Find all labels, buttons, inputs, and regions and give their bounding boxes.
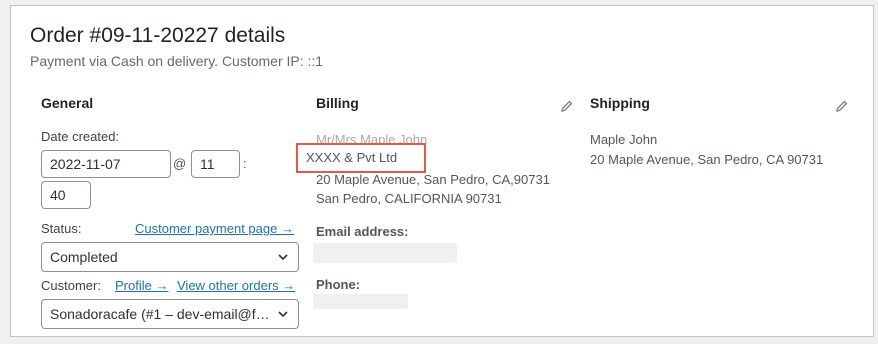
time-colon: : (243, 156, 247, 171)
email-redacted (313, 243, 457, 263)
minute-input[interactable] (41, 181, 91, 209)
billing-company: XXXX & Pvt Ltd (306, 150, 398, 165)
pencil-icon[interactable] (836, 100, 848, 112)
phone-label: Phone: (316, 277, 361, 292)
customer-select-value: Sonadoracafe (#1 – dev-email@fl… (50, 306, 273, 322)
billing-company-highlight: XXXX & Pvt Ltd (296, 143, 426, 173)
shipping-name: Maple John (590, 132, 658, 147)
status-select[interactable]: Completed (41, 242, 299, 272)
customer-payment-page-link[interactable]: Customer payment page → (135, 221, 294, 236)
email-address-label: Email address: (316, 224, 409, 239)
general-heading: General (41, 95, 94, 111)
phone-redacted (313, 294, 408, 309)
view-other-orders-link[interactable]: View other orders → (177, 278, 295, 293)
shipping-heading: Shipping (590, 95, 650, 111)
chevron-down-icon (278, 311, 288, 318)
billing-address-line2: San Pedro, CALIFORNIA 90731 (316, 191, 502, 206)
date-created-label: Date created: (41, 129, 120, 144)
customer-select[interactable]: Sonadoracafe (#1 – dev-email@fl… (41, 299, 299, 329)
page-title: Order #09-11-20227 details (30, 24, 286, 47)
billing-address-line1: 20 Maple Avenue, San Pedro, CA,90731 (316, 172, 550, 187)
hour-input[interactable] (191, 150, 240, 178)
customer-label: Customer: (41, 278, 101, 293)
billing-heading: Billing (316, 95, 359, 111)
status-label: Status: (41, 221, 82, 236)
profile-link[interactable]: Profile → (115, 278, 168, 293)
date-created-input[interactable] (41, 150, 171, 178)
at-sign: @ (173, 156, 187, 171)
status-select-value: Completed (50, 249, 118, 265)
shipping-address: 20 Maple Avenue, San Pedro, CA 90731 (590, 152, 824, 167)
order-subtitle: Payment via Cash on delivery. Customer I… (30, 53, 324, 69)
pencil-icon[interactable] (561, 100, 573, 112)
chevron-down-icon (278, 254, 288, 261)
